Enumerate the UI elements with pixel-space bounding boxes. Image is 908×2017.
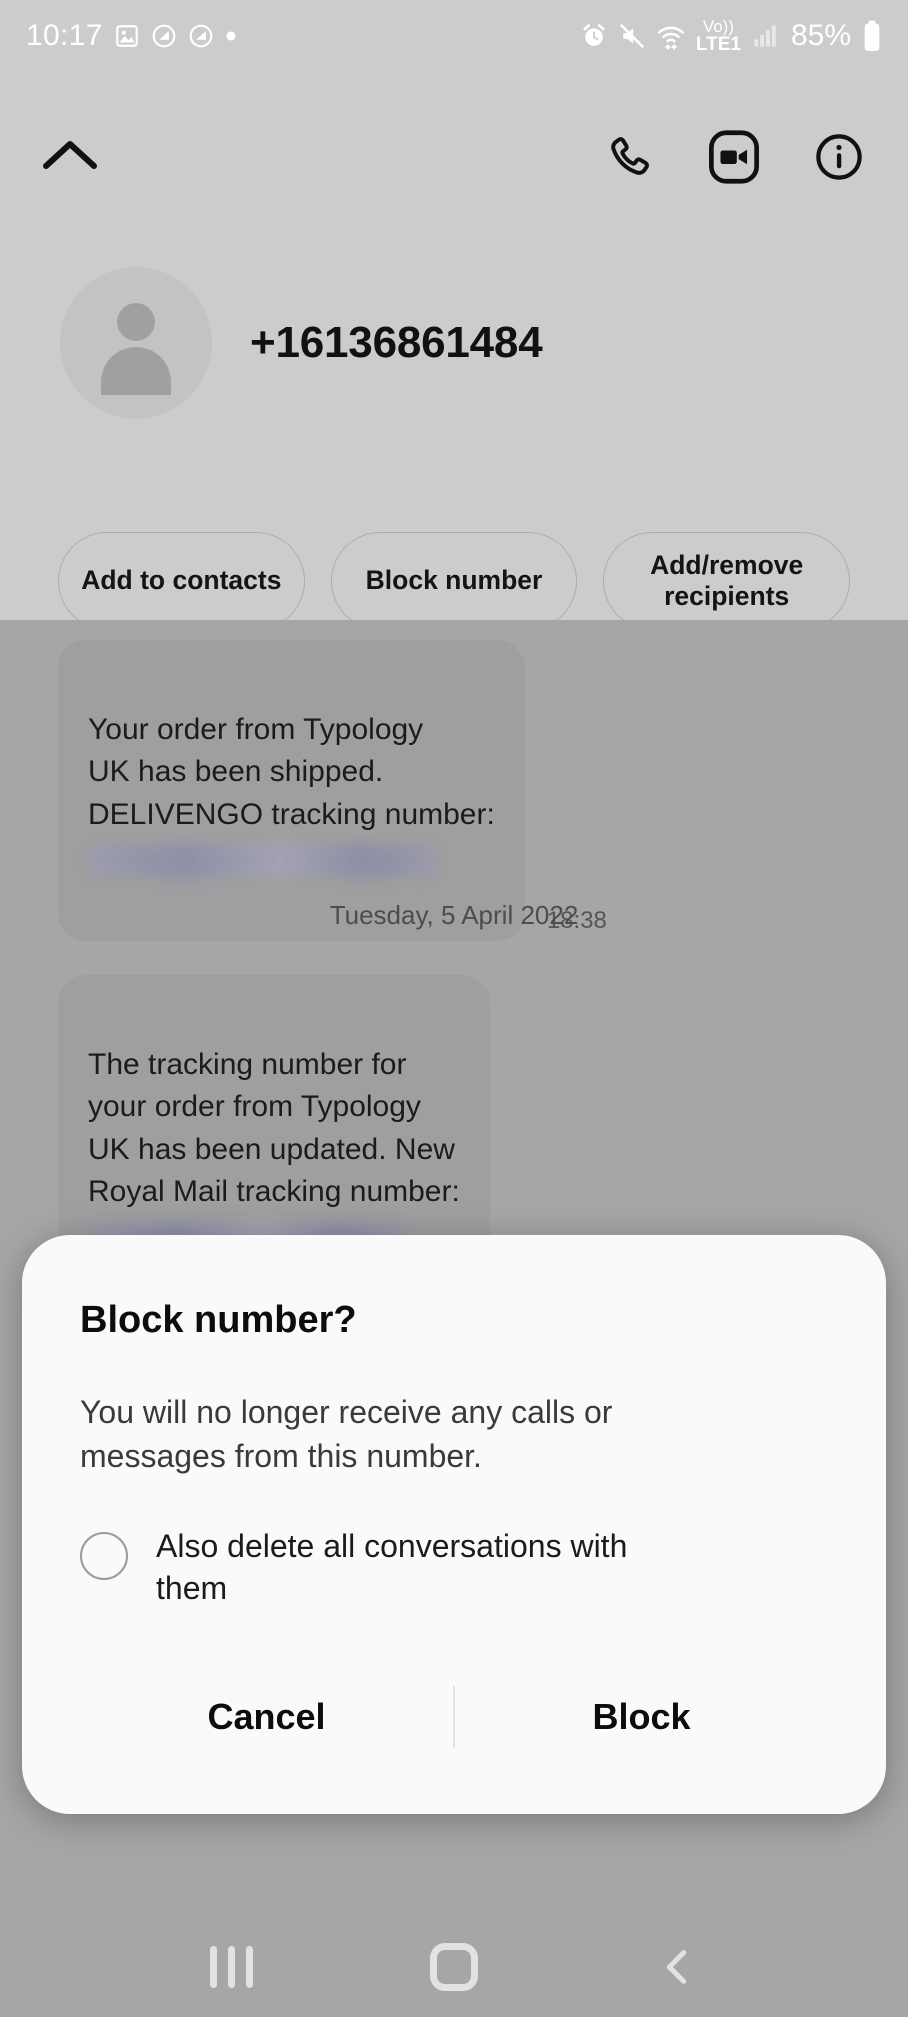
- message-bubble-wrap: Your order from Typology UK has been shi…: [0, 640, 908, 941]
- message-item[interactable]: Your order from Typology UK has been shi…: [0, 640, 908, 941]
- image-icon: [114, 23, 140, 49]
- phone-icon[interactable]: [604, 132, 654, 182]
- volte-icon: Vo)) LTE1: [696, 18, 741, 54]
- message-bubble[interactable]: Your order from Typology UK has been shi…: [58, 640, 525, 941]
- volte-label: Vo)): [702, 17, 735, 36]
- dialog-actions: Cancel Block: [80, 1662, 828, 1772]
- status-bar-left: 10:17: [26, 19, 237, 53]
- status-bar-right: Vo)) LTE1 85%: [580, 18, 882, 54]
- home-icon[interactable]: [394, 1927, 514, 2007]
- message-text: The tracking number for your order from …: [88, 1047, 460, 1209]
- contact-number: +16136861484: [250, 318, 543, 367]
- status-bar: 10:17 Vo)) LTE1 85%: [0, 0, 908, 72]
- dialog-title: Block number?: [80, 1299, 357, 1341]
- no-sound-icon: [188, 23, 214, 49]
- chevron-up-icon[interactable]: [40, 134, 100, 180]
- alarm-icon: [580, 22, 608, 50]
- navigation-bar: [0, 1917, 908, 2017]
- header-action-row: [0, 102, 908, 212]
- block-number-button[interactable]: Block number: [330, 532, 578, 630]
- person-avatar-icon: [60, 267, 212, 419]
- dialog-body-text: You will no longer receive any calls or …: [80, 1394, 613, 1475]
- status-bar-clock: 10:17: [26, 19, 103, 52]
- delete-conversations-checkbox[interactable]: [80, 1532, 128, 1581]
- delete-conversations-label: Also delete all conversations with them: [156, 1528, 628, 1606]
- wifi-icon: [656, 21, 686, 51]
- mute-icon: [618, 22, 646, 50]
- no-sound-icon: [151, 23, 177, 49]
- dot-icon: [225, 30, 237, 42]
- video-camera-icon[interactable]: [706, 129, 762, 185]
- cancel-button[interactable]: Cancel: [80, 1662, 453, 1772]
- recents-icon[interactable]: [171, 1927, 291, 2007]
- conversation-header: +16136861484 Add to contacts Block numbe…: [0, 72, 908, 630]
- dialog-content: Block number? You will no longer receive…: [22, 1235, 886, 1814]
- back-chevron-icon[interactable]: [617, 1927, 737, 2007]
- date-divider: Tuesday, 5 April 2022: [329, 900, 579, 930]
- delete-conversations-checkbox-row[interactable]: Also delete all conversations with them: [80, 1526, 828, 1609]
- battery-percent-label: 85%: [790, 19, 851, 52]
- phone-screen: 10:17 Vo)) LTE1 85% +16136861484 Add to …: [0, 0, 908, 2017]
- block-confirm-button[interactable]: Block: [455, 1662, 828, 1772]
- header-actions: [604, 129, 864, 185]
- contact-row[interactable]: +16136861484: [0, 267, 908, 419]
- battery-icon: [862, 20, 882, 52]
- message-text: Your order from Typology UK has been shi…: [88, 712, 495, 831]
- info-icon[interactable]: [814, 132, 864, 182]
- add-to-contacts-button[interactable]: Add to contacts: [58, 532, 305, 630]
- block-number-dialog: Block number? You will no longer receive…: [22, 1235, 886, 1814]
- signal-icon: [751, 22, 781, 50]
- redacted-tracking-number: [88, 844, 438, 879]
- volte-sub-label: LTE1: [695, 34, 741, 55]
- add-remove-recipients-button[interactable]: Add/remove recipients: [603, 532, 851, 630]
- quick-action-chips: Add to contacts Block number Add/remove …: [0, 532, 908, 630]
